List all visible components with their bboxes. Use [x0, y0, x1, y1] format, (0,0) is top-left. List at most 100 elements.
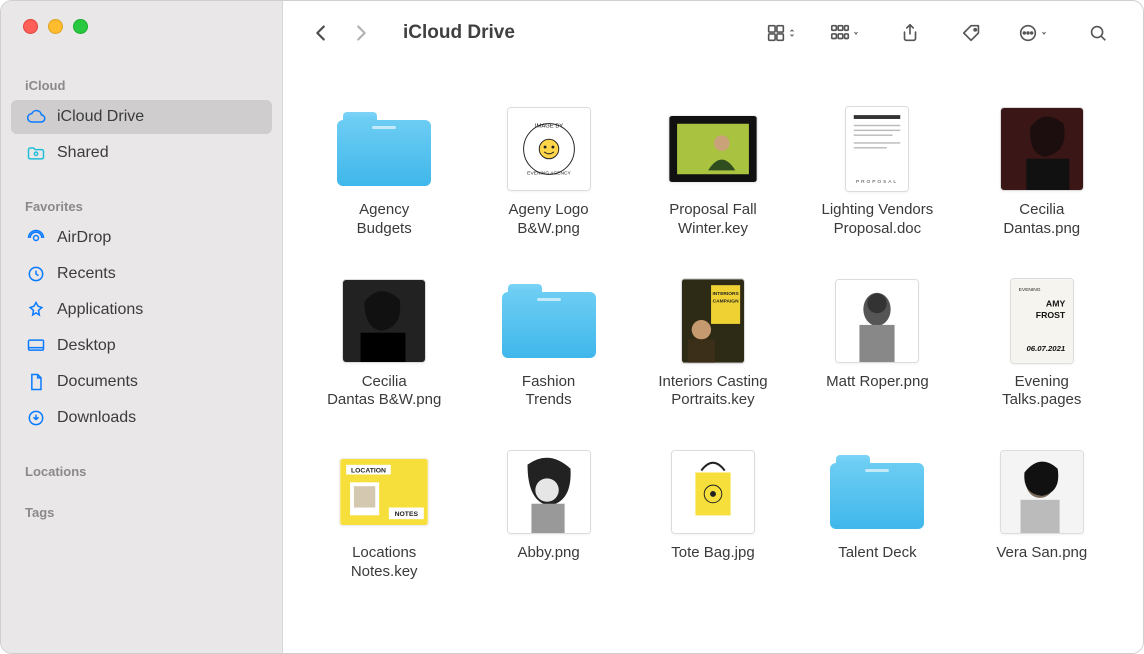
svg-text:FROST: FROST [1036, 310, 1066, 320]
sidebar-item-airdrop[interactable]: AirDrop [11, 221, 272, 255]
thumbnail-art [1001, 451, 1083, 533]
file-item[interactable]: Abby.png [471, 448, 625, 582]
share-button[interactable] [893, 16, 927, 50]
file-thumb [671, 448, 755, 536]
forward-button[interactable] [343, 15, 379, 51]
tags-button[interactable] [955, 16, 989, 50]
file-item[interactable]: EVENINGAMYFROST06.07.2021Evening Talks.p… [965, 277, 1119, 411]
file-label: Fashion Trends [522, 373, 575, 411]
airdrop-icon [25, 227, 47, 249]
search-button[interactable] [1081, 16, 1115, 50]
file-thumb [835, 277, 919, 365]
svg-text:06.07.2021: 06.07.2021 [1026, 344, 1065, 353]
back-button[interactable] [303, 15, 339, 51]
window-controls [1, 19, 282, 34]
file-thumb: IMAGE BYEVENING AGENCY [507, 105, 591, 193]
close-window-button[interactable] [23, 19, 38, 34]
file-label: Locations Notes.key [351, 544, 418, 582]
sidebar-section-favorites: Favorites [1, 195, 282, 220]
file-item[interactable]: Fashion Trends [471, 277, 625, 411]
svg-text:CAMPAIGN: CAMPAIGN [713, 298, 739, 304]
thumbnail-art [672, 451, 754, 533]
file-label: Cecilia Dantas B&W.png [327, 373, 441, 411]
thumbnail-art [669, 116, 757, 182]
file-label: Tote Bag.jpg [671, 544, 754, 563]
file-thumb [1000, 105, 1084, 193]
file-item[interactable]: PROPOSAL Lighting Vendors Proposal.doc [800, 105, 954, 239]
file-item[interactable]: Cecilia Dantas B&W.png [307, 277, 461, 411]
sidebar-item-label: Documents [57, 373, 138, 391]
file-thumb: EVENINGAMYFROST06.07.2021 [1010, 277, 1074, 365]
file-thumb: LOCATIONNOTES [339, 448, 429, 536]
file-label: Agency Budgets [357, 201, 412, 239]
action-menu-button[interactable] [1017, 16, 1053, 50]
file-label: Ageny Logo B&W.png [509, 201, 589, 239]
sidebar-item-label: AirDrop [57, 229, 111, 247]
file-item[interactable]: LOCATIONNOTES Locations Notes.key [307, 448, 461, 582]
file-grid-area: Agency Budgets IMAGE BYEVENING AGENCY Agen… [283, 65, 1143, 653]
sidebar: iCloud iCloud Drive Shared Favorites Air… [1, 1, 283, 653]
desktop-icon [25, 335, 47, 357]
view-mode-button[interactable] [765, 16, 801, 50]
applications-icon [25, 299, 47, 321]
file-label: Vera San.png [996, 544, 1087, 563]
minimize-window-button[interactable] [48, 19, 63, 34]
file-thumb [830, 448, 924, 536]
sidebar-item-desktop[interactable]: Desktop [11, 329, 272, 363]
svg-text:INTERIORS: INTERIORS [712, 290, 739, 296]
sidebar-section-tags: Tags [1, 501, 282, 526]
file-thumb [337, 105, 431, 193]
group-by-button[interactable] [829, 16, 865, 50]
svg-text:PROPOSAL: PROPOSAL [856, 179, 898, 185]
file-item[interactable]: INTERIORS CAMPAIGN Interiors Casting Portr… [636, 277, 790, 411]
toolbar: iCloud Drive [283, 1, 1143, 65]
sidebar-item-recents[interactable]: Recents [11, 257, 272, 291]
thumbnail-art [836, 280, 918, 362]
fullscreen-window-button[interactable] [73, 19, 88, 34]
file-label: Talent Deck [838, 544, 916, 563]
downloads-icon [25, 407, 47, 429]
file-thumb [1000, 448, 1084, 536]
sidebar-item-label: Applications [57, 301, 143, 319]
folder-icon [502, 284, 596, 358]
file-item[interactable]: Matt Roper.png [800, 277, 954, 411]
file-item[interactable]: IMAGE BYEVENING AGENCY Ageny Logo B&W.png [471, 105, 625, 239]
window-title: iCloud Drive [403, 22, 515, 44]
thumbnail-art [1001, 108, 1083, 190]
sidebar-item-label: iCloud Drive [57, 108, 144, 126]
file-item[interactable]: Proposal Fall Winter.key [636, 105, 790, 239]
sidebar-item-shared[interactable]: Shared [11, 136, 272, 170]
sidebar-item-icloud-drive[interactable]: iCloud Drive [11, 100, 272, 134]
thumbnail-art: LOCATIONNOTES [340, 459, 428, 525]
finder-window: iCloud iCloud Drive Shared Favorites Air… [0, 0, 1144, 654]
thumbnail-art [508, 451, 590, 533]
sidebar-item-label: Shared [57, 144, 109, 162]
file-thumb [502, 277, 596, 365]
sidebar-section-locations: Locations [1, 460, 282, 485]
file-item[interactable]: Tote Bag.jpg [636, 448, 790, 582]
file-label: Proposal Fall Winter.key [669, 201, 757, 239]
file-thumb: INTERIORS CAMPAIGN [681, 277, 745, 365]
file-item[interactable]: Vera San.png [965, 448, 1119, 582]
file-item[interactable]: Talent Deck [800, 448, 954, 582]
svg-text:IMAGE BY: IMAGE BY [534, 124, 562, 130]
sidebar-item-downloads[interactable]: Downloads [11, 401, 272, 435]
svg-text:LOCATION: LOCATION [351, 468, 386, 475]
file-label: Abby.png [517, 544, 579, 563]
sidebar-item-label: Desktop [57, 337, 116, 355]
cloud-icon [25, 106, 47, 128]
sidebar-item-label: Recents [57, 265, 116, 283]
sidebar-item-applications[interactable]: Applications [11, 293, 272, 327]
file-label: Cecilia Dantas.png [1003, 201, 1080, 239]
file-label: Interiors Casting Portraits.key [658, 373, 767, 411]
file-thumb: PROPOSAL [845, 105, 909, 193]
file-label: Evening Talks.pages [1002, 373, 1081, 411]
file-label: Lighting Vendors Proposal.doc [822, 201, 934, 239]
main-pane: iCloud Drive [283, 1, 1143, 653]
shared-folder-icon [25, 142, 47, 164]
file-item[interactable]: Agency Budgets [307, 105, 461, 239]
file-thumb [668, 105, 758, 193]
sidebar-item-documents[interactable]: Documents [11, 365, 272, 399]
thumbnail-art: IMAGE BYEVENING AGENCY [508, 108, 590, 190]
file-item[interactable]: Cecilia Dantas.png [965, 105, 1119, 239]
